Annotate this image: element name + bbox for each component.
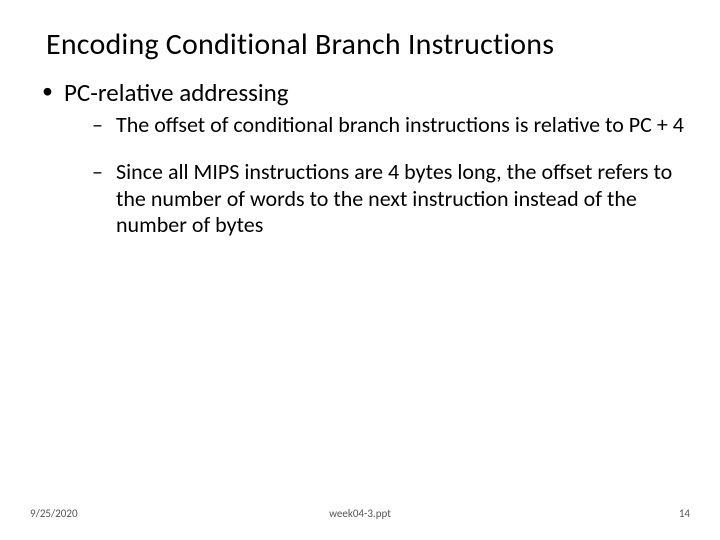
bullet-list: PC-relative addressing The offset of con… [28, 77, 692, 239]
slide-title: Encoding Conditional Branch Instructions [46, 26, 692, 63]
footer: 9/25/2020 week04-3.ppt 14 [0, 507, 720, 520]
sub-bullet-1: The offset of conditional branch instruc… [92, 112, 692, 139]
bullet-main: PC-relative addressing The offset of con… [34, 77, 692, 239]
sub-bullet-2: Since all MIPS instructions are 4 bytes … [92, 159, 692, 239]
sub-bullet-list: The offset of conditional branch instruc… [64, 112, 692, 239]
slide: Encoding Conditional Branch Instructions… [0, 0, 720, 540]
footer-file: week04-3.ppt [0, 507, 720, 520]
bullet-main-text: PC-relative addressing [64, 77, 289, 108]
